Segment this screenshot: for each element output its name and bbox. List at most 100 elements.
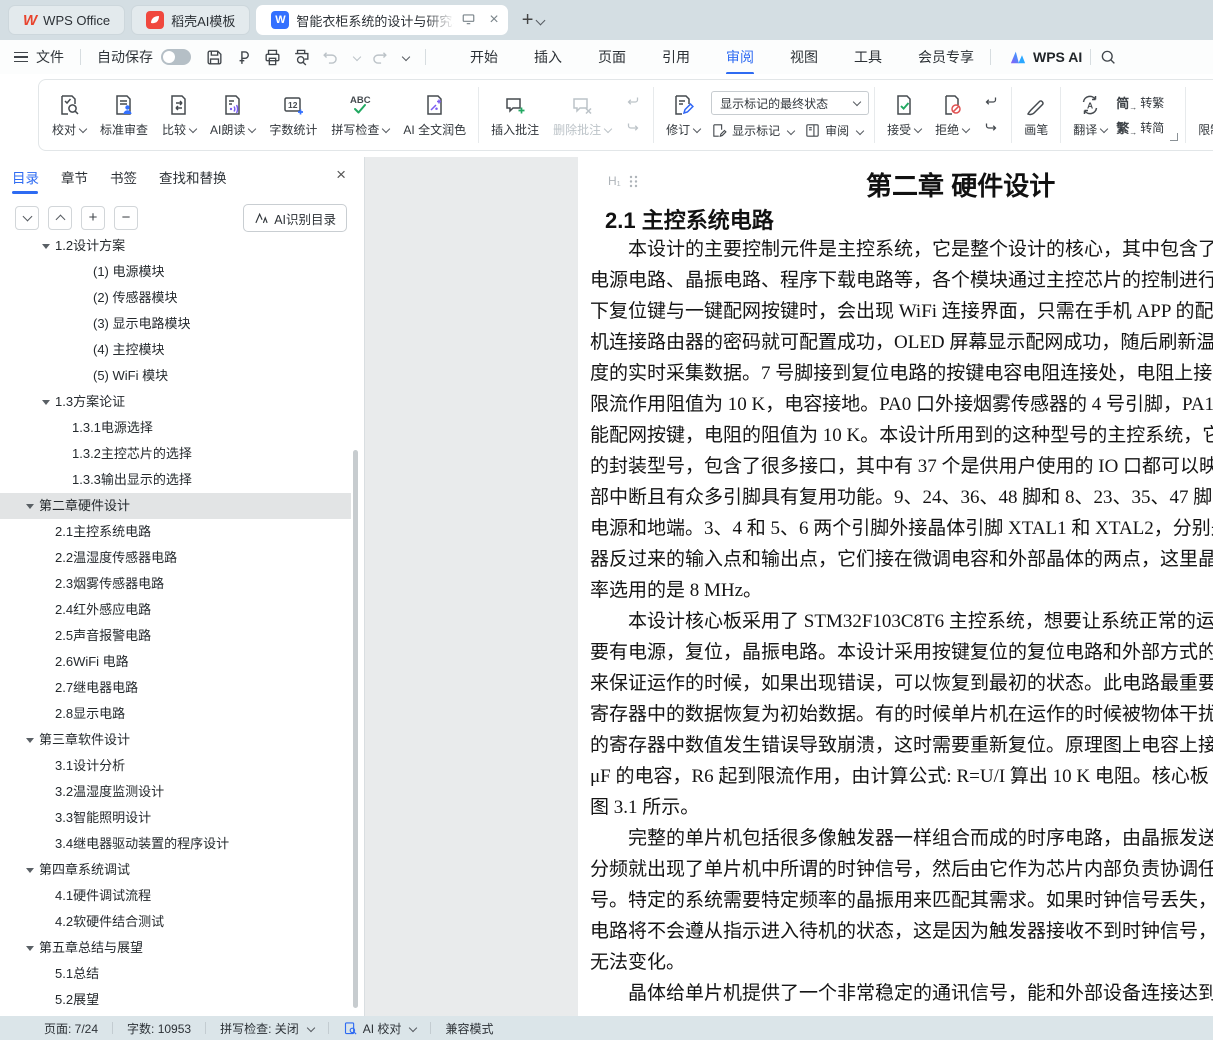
toc-item[interactable]: 3.4继电器驱动装置的程序设计	[0, 831, 351, 857]
wps-ai-button[interactable]: WPS AI	[1009, 49, 1082, 65]
toc-item[interactable]: 5.1总结	[0, 961, 351, 987]
word-count-indicator[interactable]: 字数: 10953	[127, 1020, 191, 1037]
accept-change-button[interactable]: 接受	[880, 82, 928, 148]
sidebar-scrollbar-thumb[interactable]	[353, 450, 358, 1008]
traditional-to-simplified-button[interactable]: 繁→ 转简	[1116, 118, 1164, 137]
toc-item[interactable]: (5) WiFi 模块	[0, 363, 351, 389]
sidebar-close-icon[interactable]: ×	[336, 165, 346, 185]
search-icon[interactable]	[1099, 48, 1117, 66]
ai-recognize-toc-button[interactable]: AI识别目录	[243, 204, 347, 232]
toc-item[interactable]: 3.3智能照明设计	[0, 805, 351, 831]
toc-item[interactable]: 2.2温湿度传感器电路	[0, 545, 351, 571]
undo-icon[interactable]	[321, 48, 340, 67]
pen-button[interactable]: 画笔	[1017, 82, 1055, 148]
insert-comment-button[interactable]: 插入批注	[484, 82, 546, 148]
collapse-arrow-icon[interactable]	[26, 946, 34, 951]
toc-item[interactable]: 第三章软件设计	[0, 727, 351, 753]
group-expander-icon[interactable]	[1170, 133, 1178, 141]
toc-item[interactable]: 2.6WiFi 电路	[0, 649, 351, 675]
next-change-icon[interactable]	[981, 119, 1001, 137]
collapse-arrow-icon[interactable]	[26, 504, 34, 509]
print-icon[interactable]	[263, 48, 282, 67]
track-changes-button[interactable]: 修订	[659, 82, 707, 148]
close-tab-icon[interactable]: ×	[489, 11, 498, 29]
show-markup-button[interactable]: 显示标记	[711, 122, 794, 139]
review-pane-button[interactable]: 审阅	[804, 122, 863, 139]
menu-1[interactable]: 开始	[468, 41, 500, 73]
proofread-button[interactable]: 校对	[45, 82, 93, 148]
sidebar-tab-find-replace[interactable]: 查找和替换	[159, 158, 227, 196]
autosave-toggle[interactable]	[161, 49, 191, 65]
document-body[interactable]: 本设计的主要控制元件是主控系统，它是整个设计的核心，其中包含了电源电路、晶振电路…	[590, 234, 1213, 1009]
expand-all-button[interactable]	[15, 206, 39, 230]
collapse-arrow-icon[interactable]	[42, 244, 50, 249]
previous-comment-icon[interactable]	[623, 93, 643, 111]
toc-item[interactable]: 3.1设计分析	[0, 753, 351, 779]
menu-6[interactable]: 视图	[788, 41, 820, 73]
menu-3[interactable]: 页面	[596, 41, 628, 73]
document-page[interactable]: H₁ 第二章 硬件设计 2.1 主控系统电路 本设计的主要控制元件是主控系统，它…	[578, 157, 1213, 1016]
collapse-arrow-icon[interactable]	[26, 738, 34, 743]
delete-comment-button[interactable]: 删除批注	[546, 82, 618, 148]
zoom-in-outline-button[interactable]: +	[81, 206, 105, 230]
menu-4[interactable]: 引用	[660, 41, 692, 73]
toc-item[interactable]: 2.1主控系统电路	[0, 519, 351, 545]
ai-read-button[interactable]: AI朗读	[203, 82, 262, 148]
tab-document[interactable]: W 智能衣柜系统的设计与研究与 ×	[256, 5, 507, 35]
redo-icon[interactable]	[370, 48, 389, 67]
toc-item[interactable]: 1.3.2主控芯片的选择	[0, 441, 351, 467]
toc-item[interactable]: 4.1硬件调试流程	[0, 883, 351, 909]
toc-item[interactable]: 1.3.1电源选择	[0, 415, 351, 441]
save-icon[interactable]	[205, 48, 224, 67]
standard-review-button[interactable]: 标准审查	[93, 82, 155, 148]
qat-customize-caret-icon[interactable]	[402, 53, 410, 61]
tab-docer-ai[interactable]: 稻壳AI模板	[131, 5, 250, 35]
restrict-editing-button[interactable]: 限制编辑	[1191, 82, 1213, 148]
compare-button[interactable]: 比较	[155, 82, 203, 148]
simplified-to-traditional-button[interactable]: 简→ 转繁	[1116, 93, 1164, 112]
toc-item[interactable]: 1.3方案论证	[0, 389, 351, 415]
toc-item[interactable]: 2.4红外感应电路	[0, 597, 351, 623]
menu-8[interactable]: 会员专享	[916, 41, 976, 73]
toc-item[interactable]: (4) 主控模块	[0, 337, 351, 363]
toc-item[interactable]: 第四章系统调试	[0, 857, 351, 883]
tab-wps-office[interactable]: W WPS Office	[8, 5, 125, 35]
toc-item[interactable]: 4.2软硬件结合测试	[0, 909, 351, 935]
toc-item[interactable]: 2.3烟雾传感器电路	[0, 571, 351, 597]
toc-item[interactable]: 1.3.3输出显示的选择	[0, 467, 351, 493]
menu-5[interactable]: 审阅	[724, 41, 756, 73]
ai-polish-button[interactable]: AI 全文润色	[396, 82, 473, 148]
toc-item[interactable]: (2) 传感器模块	[0, 285, 351, 311]
collapse-arrow-icon[interactable]	[42, 400, 50, 405]
spellcheck-status[interactable]: 拼写检查: 关闭	[220, 1020, 314, 1037]
toc-item[interactable]: 2.8显示电路	[0, 701, 351, 727]
print-preview-icon[interactable]	[292, 48, 311, 67]
toc-item[interactable]: 第二章硬件设计	[0, 493, 351, 519]
toc-item[interactable]: 3.2温湿度监测设计	[0, 779, 351, 805]
menu-7[interactable]: 工具	[852, 41, 884, 73]
toc-item[interactable]: 2.7继电器电路	[0, 675, 351, 701]
toc-item[interactable]: (3) 显示电路模块	[0, 311, 351, 337]
heading-marker[interactable]: H₁	[608, 174, 638, 188]
hamburger-icon[interactable]	[14, 49, 28, 66]
word-count-button[interactable]: 12 字数统计	[262, 82, 324, 148]
new-tab-button[interactable]: +	[522, 10, 534, 30]
next-comment-icon[interactable]	[623, 119, 643, 137]
menu-2[interactable]: 插入	[532, 41, 564, 73]
ai-proofread-status[interactable]: AI 校对	[343, 1020, 417, 1037]
drag-handle-icon[interactable]	[629, 175, 638, 188]
sidebar-tab-bookmarks[interactable]: 书签	[110, 158, 137, 196]
sidebar-tab-toc[interactable]: 目录	[12, 158, 39, 196]
toc-item[interactable]: 第五章总结与展望	[0, 935, 351, 961]
export-pdf-icon[interactable]	[234, 48, 253, 67]
spell-check-button[interactable]: ABC 拼写检查	[324, 82, 396, 148]
collapse-all-button[interactable]	[48, 206, 72, 230]
translate-button[interactable]: A 翻译	[1066, 82, 1114, 148]
tab-list-caret-icon[interactable]	[536, 15, 546, 25]
sidebar-tab-chapters[interactable]: 章节	[61, 158, 88, 196]
previous-change-icon[interactable]	[981, 93, 1001, 111]
reject-change-button[interactable]: 拒绝	[928, 82, 976, 148]
markup-state-dropdown[interactable]: 显示标记的最终状态	[711, 91, 869, 115]
collapse-arrow-icon[interactable]	[26, 868, 34, 873]
toc-item[interactable]: 2.5声音报警电路	[0, 623, 351, 649]
